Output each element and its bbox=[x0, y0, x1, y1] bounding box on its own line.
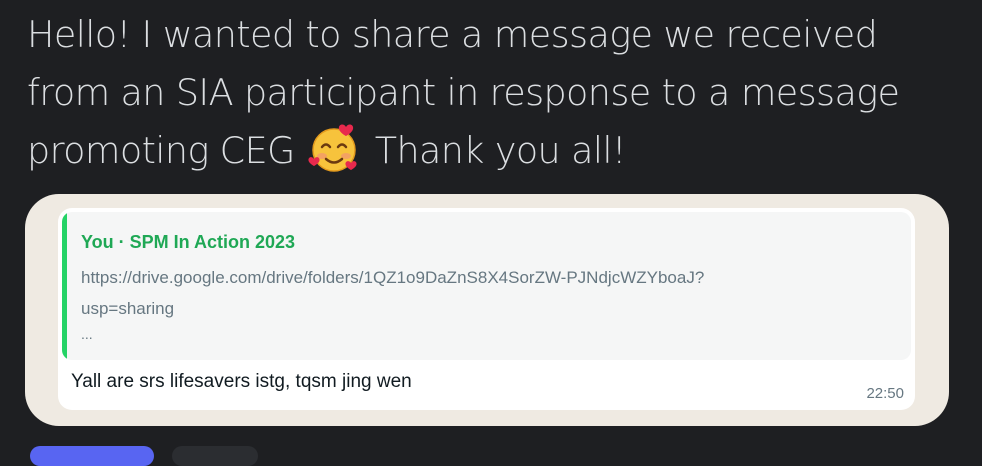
smiling-face-with-hearts-icon bbox=[308, 124, 357, 172]
message-line-1: Hello! I wanted to share a message we re… bbox=[27, 13, 878, 56]
quote-link-line-2: usp=sharing bbox=[81, 299, 175, 318]
image-attachment[interactable]: You · SPM In Action 2023 https://drive.g… bbox=[25, 194, 949, 426]
reply-text: Yall are srs lifesavers istg, tqsm jing … bbox=[71, 371, 412, 392]
reaction-chip-1[interactable] bbox=[30, 446, 154, 466]
quote-ellipsis: ... bbox=[81, 326, 93, 342]
message-line-2: from an SIA participant in response to a… bbox=[27, 71, 900, 114]
message-content: Hello! I wanted to share a message we re… bbox=[27, 6, 957, 180]
reaction-chip-2[interactable] bbox=[172, 446, 258, 466]
quoted-message: You · SPM In Action 2023 https://drive.g… bbox=[62, 212, 911, 360]
message-line-3-end: Thank you all! bbox=[374, 129, 627, 172]
quote-title: You · SPM In Action 2023 bbox=[81, 232, 296, 252]
message-line-3-text: promoting CEG bbox=[27, 129, 295, 172]
quote-link: https://drive.google.com/drive/folders/1… bbox=[81, 262, 704, 324]
message-timestamp: 22:50 bbox=[866, 385, 904, 402]
quote-accent-bar bbox=[62, 212, 67, 360]
message-line-3: promoting CEG Thank you all! bbox=[27, 122, 957, 180]
chat-bubble: You · SPM In Action 2023 https://drive.g… bbox=[58, 208, 915, 410]
quote-link-line-1: https://drive.google.com/drive/folders/1… bbox=[81, 268, 705, 287]
